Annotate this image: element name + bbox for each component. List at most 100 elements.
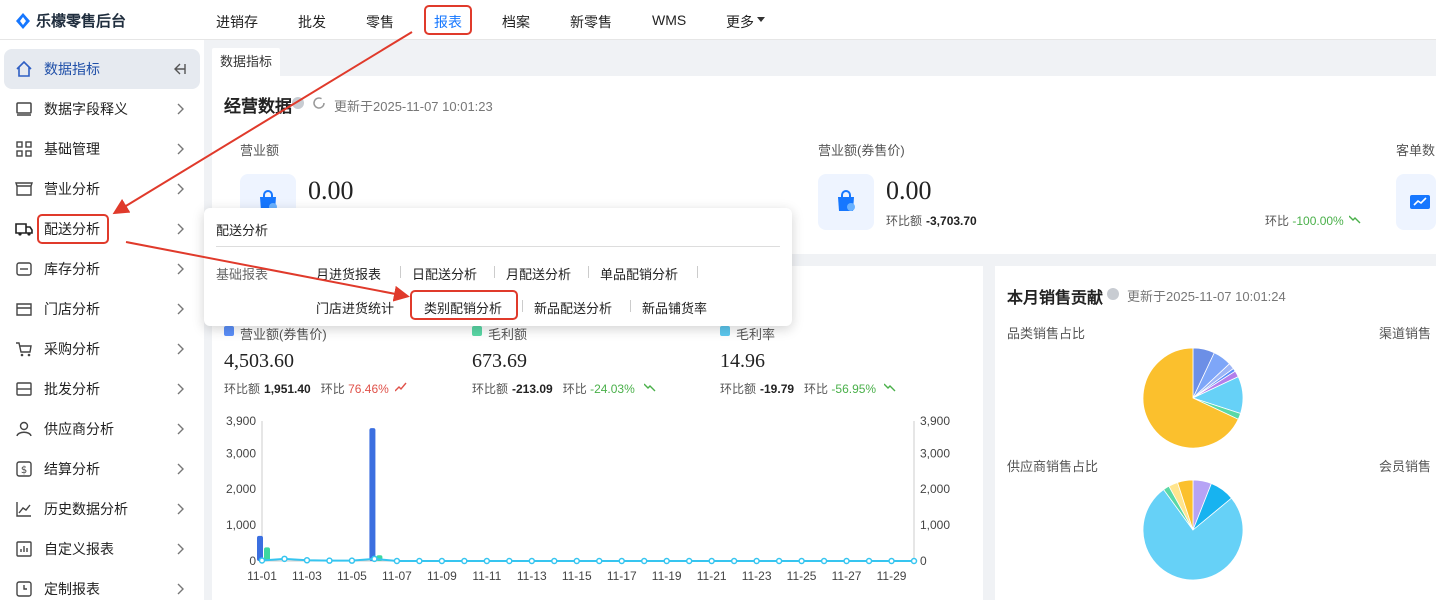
metric-pct-revenue-coupon: 环比 -100.00% — [1265, 214, 1344, 228]
sidebar-item[interactable]: 自定义报表 — [0, 529, 204, 569]
info-icon[interactable] — [1107, 288, 1119, 300]
member-sales-label: 会员销售 — [1379, 459, 1432, 474]
link-new-item-distribution[interactable]: 新品配送分析 — [534, 298, 612, 317]
sidebar-item[interactable]: 数据指标 — [4, 49, 200, 89]
highlight-sidebar-distribution — [37, 214, 109, 244]
sidebar-item-label: 供应商分析 — [44, 421, 114, 437]
line-point — [483, 557, 491, 565]
chevron-right-icon — [177, 343, 184, 355]
top-bar: 乐檬零售后台 进销存 批发 零售 报表 档案 新零售 WMS 更多 — [0, 0, 1436, 40]
sidebar-item-label: 数据字段释义 — [44, 101, 128, 117]
line-point — [281, 555, 288, 563]
cart-icon — [16, 342, 32, 357]
legend-swatch-margin — [720, 326, 730, 336]
shopping-bag-icon — [838, 190, 855, 211]
metric-label-customer-count: 客单数 — [1396, 143, 1436, 158]
x-tick-label: 11-07 — [382, 569, 412, 583]
trend-down-icon — [1349, 215, 1361, 224]
monthly-contribution-card: 本月销售贡献 更新于2025-11-07 10:01:24 品类销售占比 渠道销… — [995, 266, 1436, 600]
dollar-icon: $ — [16, 461, 32, 477]
sidebar-item[interactable]: $ 结算分析 — [0, 449, 204, 489]
metric-value-revenue-coupon: 0.00 — [886, 176, 932, 205]
nav-retail[interactable]: 零售 — [366, 12, 394, 32]
sales-compare-margin: 环比额 -19.79 环比 -56.95% — [720, 382, 877, 396]
line-point — [326, 557, 333, 564]
customer-count-icon-box — [1396, 174, 1436, 230]
y-tick-label-right: 3,900 — [920, 414, 950, 428]
link-monthly-purchase-report[interactable]: 月进货报表 — [316, 264, 381, 283]
sidebar-item[interactable]: 库存分析 — [0, 249, 204, 289]
line-point — [910, 557, 918, 565]
info-icon[interactable] — [292, 97, 304, 109]
line-point — [888, 557, 895, 565]
sidebar-item-label: 采购分析 — [44, 341, 100, 357]
tab-bar: 数据指标 — [204, 40, 1436, 76]
nav-wms[interactable]: WMS — [652, 12, 686, 28]
line-point — [595, 557, 603, 565]
chevron-right-icon — [177, 143, 184, 155]
app-logo[interactable]: 乐檬零售后台 — [14, 10, 126, 31]
nav-more[interactable]: 更多 — [726, 12, 754, 32]
sidebar-item[interactable]: 定制报表 — [0, 569, 204, 600]
legend-label-margin: 毛利率 — [736, 327, 776, 342]
x-tick-label: 11-11 — [472, 569, 501, 583]
refresh-icon[interactable] — [312, 96, 326, 110]
divider — [400, 266, 401, 278]
wholesale-icon — [16, 382, 32, 396]
sidebar-item[interactable]: 门店分析 — [0, 289, 204, 329]
link-monthly-distribution[interactable]: 月配送分析 — [506, 264, 571, 283]
sidebar-item[interactable]: 批发分析 — [0, 369, 204, 409]
divider — [588, 266, 589, 278]
x-tick-label: 11-03 — [292, 569, 322, 583]
sidebar-item[interactable]: 历史数据分析 — [0, 489, 204, 529]
sidebar-item[interactable]: 数据字段释义 — [0, 89, 204, 129]
chevron-right-icon — [177, 463, 184, 475]
caret-down-icon — [757, 17, 765, 22]
trend-down-icon — [644, 383, 656, 392]
sidebar-item-label: 营业分析 — [44, 181, 100, 197]
x-tick-label: 11-27 — [832, 569, 862, 583]
monitor-icon — [16, 102, 32, 116]
nav-new-retail[interactable]: 新零售 — [570, 12, 612, 32]
line-point — [708, 557, 715, 565]
bar-chart-icon — [16, 541, 32, 557]
chevron-right-icon — [177, 543, 184, 555]
channel-sales-label: 渠道销售 — [1379, 326, 1432, 341]
line-point — [730, 557, 738, 565]
sidebar-item-label: 自定义报表 — [44, 541, 114, 557]
legend-label-revenue: 营业额(券售价) — [240, 327, 327, 342]
line-point — [640, 557, 648, 565]
line-point — [303, 557, 311, 564]
line-point — [618, 557, 625, 565]
popup-category-label: 基础报表 — [216, 267, 269, 282]
tab-data-metrics[interactable]: 数据指标 — [212, 48, 281, 76]
x-tick-label: 11-05 — [337, 569, 367, 583]
link-store-purchase-stats[interactable]: 门店进货统计 — [316, 298, 394, 317]
sidebar-item[interactable]: 采购分析 — [0, 329, 204, 369]
chevron-right-icon — [177, 303, 184, 315]
legend-swatch-revenue — [224, 326, 234, 336]
sidebar-item[interactable]: 基础管理 — [0, 129, 204, 169]
sales-value-revenue: 4,503.60 — [224, 350, 294, 372]
collapse-sidebar-icon[interactable] — [172, 63, 186, 75]
link-new-item-coverage[interactable]: 新品铺货率 — [642, 298, 707, 317]
highlight-category-distribution-sales — [410, 290, 518, 320]
line-point — [865, 557, 873, 565]
highlight-nav-reports — [424, 5, 472, 35]
sidebar-item[interactable]: 供应商分析 — [0, 409, 204, 449]
link-item-distribution-sales[interactable]: 单品配销分析 — [600, 264, 678, 283]
sidebar-item-label: 历史数据分析 — [44, 501, 128, 517]
x-tick-label: 11-21 — [697, 569, 727, 583]
chevron-right-icon — [177, 423, 184, 435]
sidebar-item-label: 门店分析 — [44, 301, 100, 317]
sales-chart: 3,900 3,900 3,000 3,000 2,000 2,000 1,000 1,000… — [226, 414, 950, 583]
nav-wholesale[interactable]: 批发 — [298, 12, 326, 32]
nav-archives[interactable]: 档案 — [502, 12, 530, 32]
nav-inventory[interactable]: 进销存 — [216, 12, 258, 32]
sidebar-item[interactable]: 营业分析 — [0, 169, 204, 209]
sales-value-margin: 14.96 — [720, 350, 765, 372]
link-daily-distribution[interactable]: 日配送分析 — [412, 264, 477, 283]
line-point — [820, 557, 828, 565]
distribution-analysis-popup: 配送分析 基础报表 月进货报表 日配送分析 月配送分析 单品配销分析 门店进货统… — [204, 208, 792, 326]
app-name: 乐檬零售后台 — [36, 13, 127, 30]
